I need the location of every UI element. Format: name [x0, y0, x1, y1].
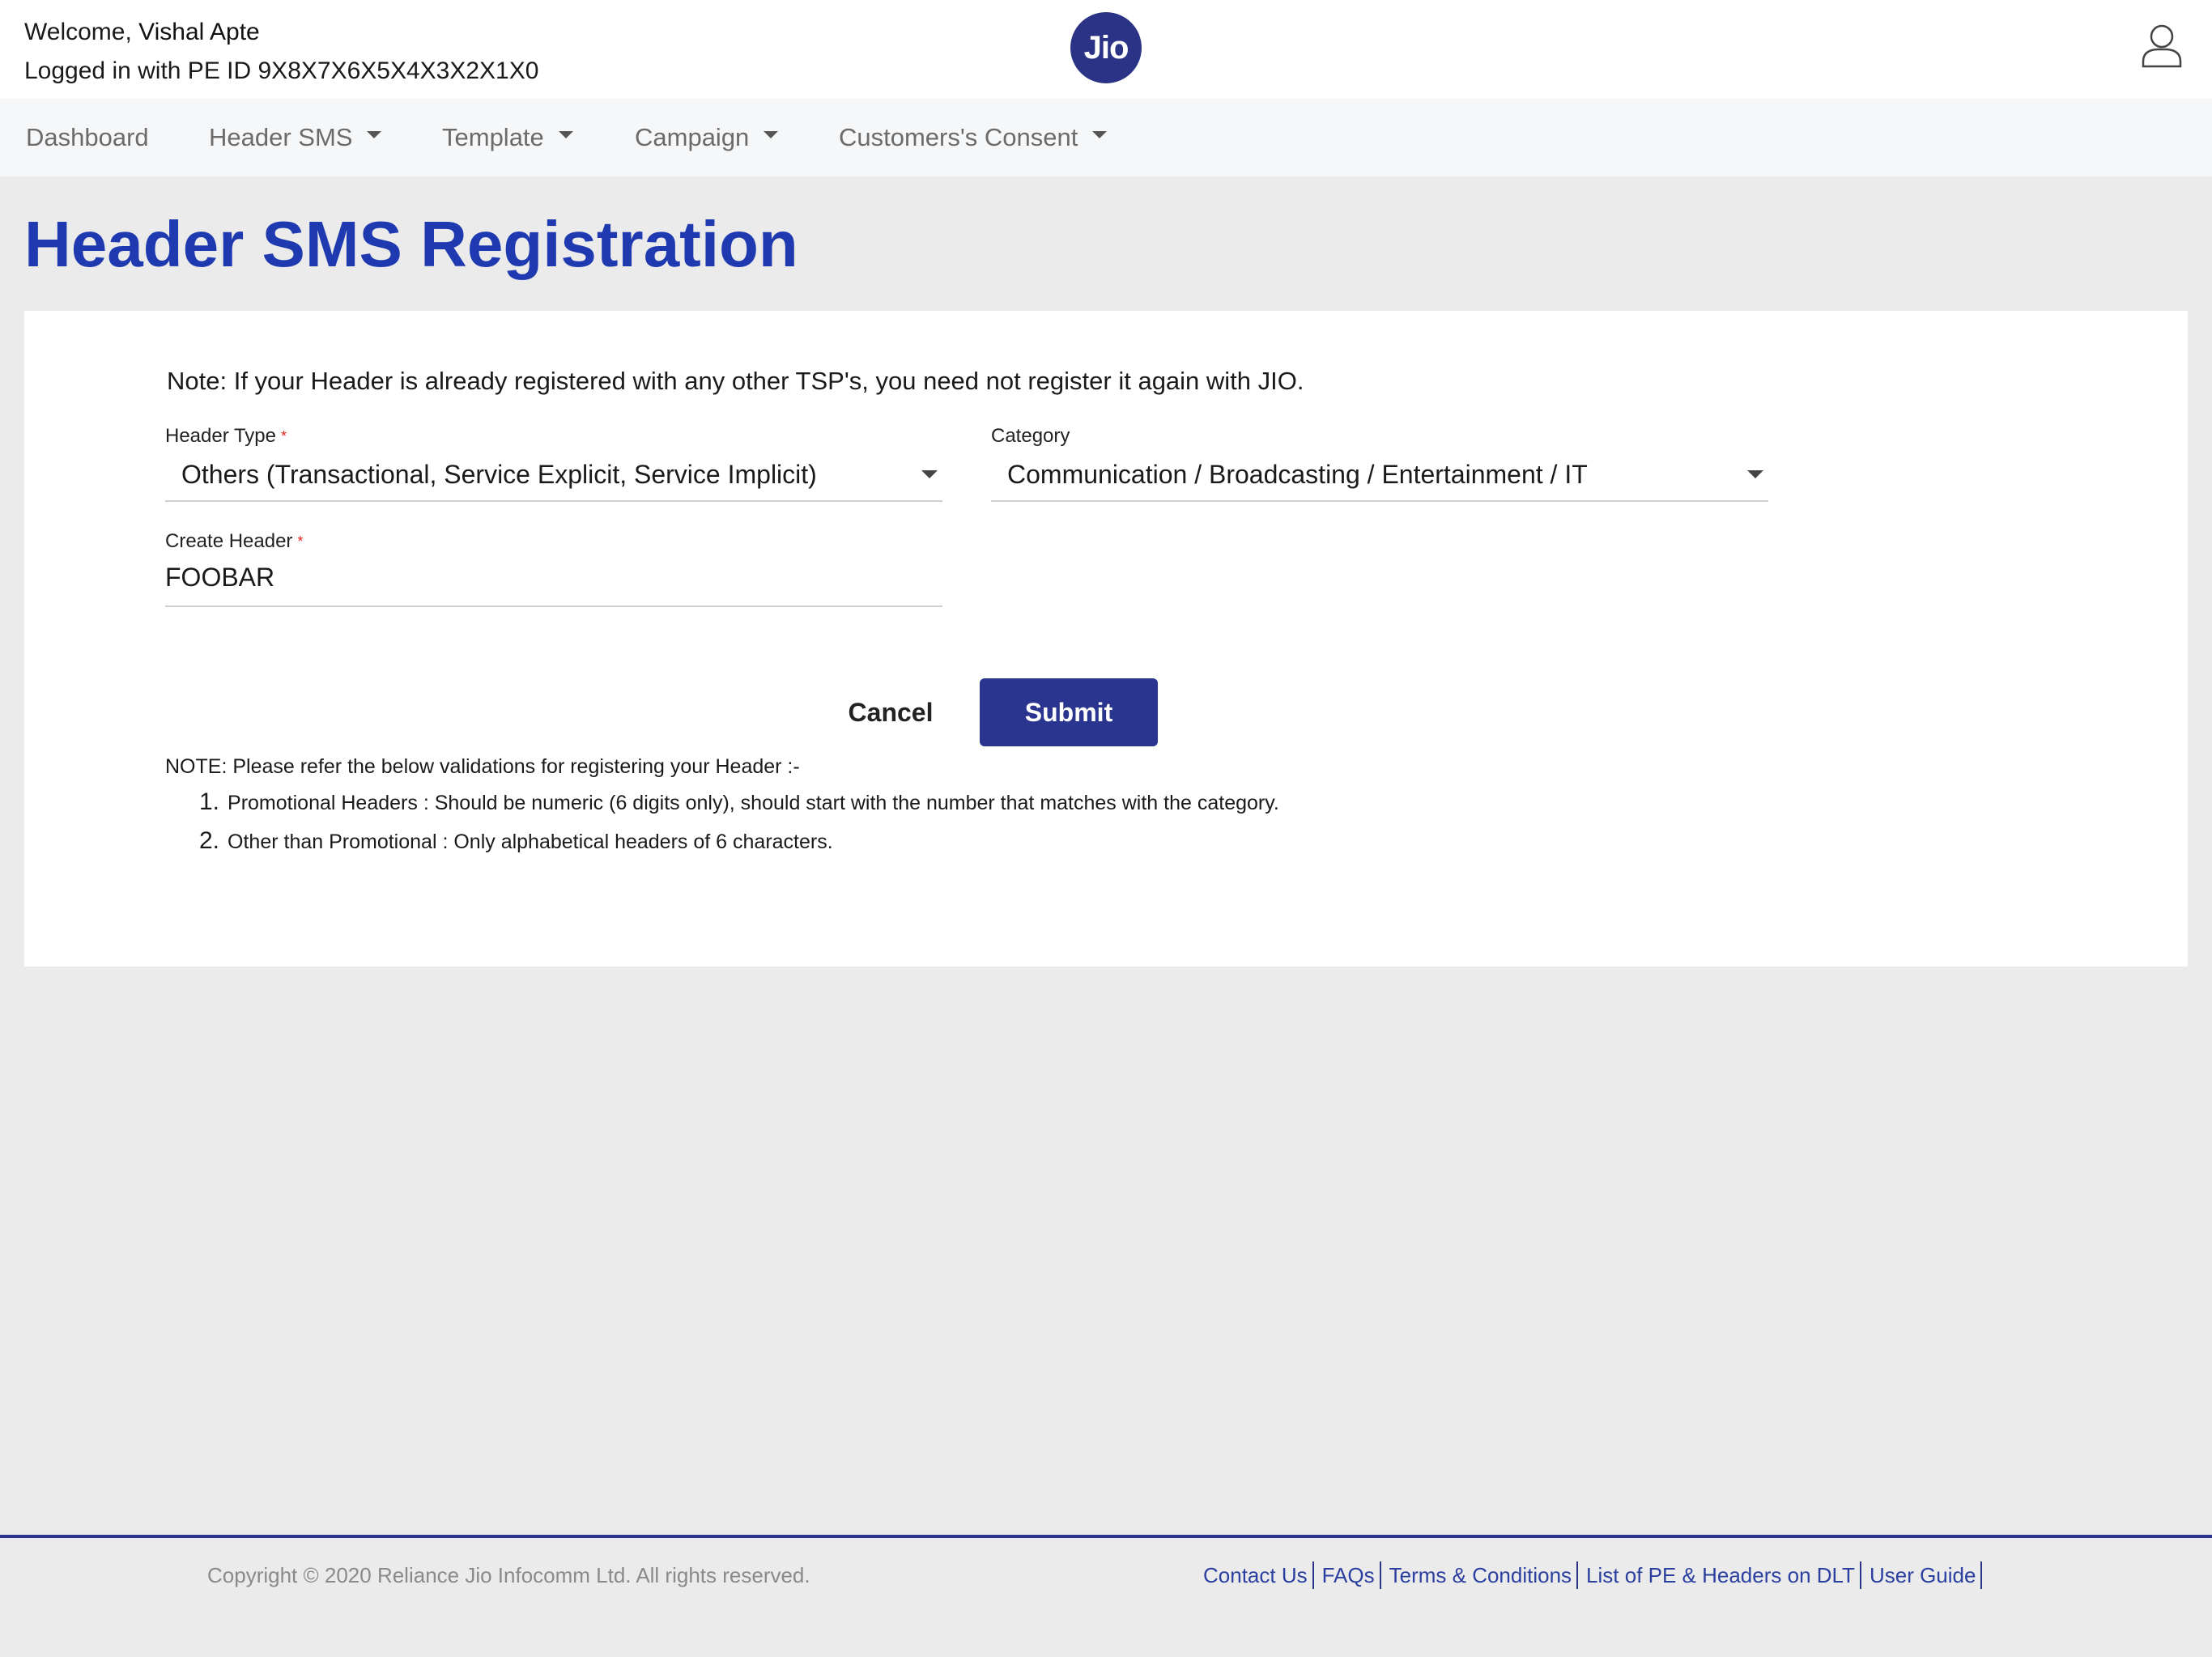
- top-header: Welcome, Vishal Apte Logged in with PE I…: [0, 0, 2212, 99]
- header-type-label-text: Header Type: [165, 425, 276, 447]
- cancel-button[interactable]: Cancel: [802, 678, 980, 746]
- create-header-value: FOOBAR: [165, 563, 275, 592]
- main-nav: Dashboard Header SMS Template Campaign C…: [0, 99, 2212, 176]
- caret-down-icon: [558, 131, 573, 139]
- login-info: Logged in with PE ID 9X8X7X6X5X4X3X2X1X0: [24, 57, 539, 84]
- category-select[interactable]: Communication / Broadcasting / Entertain…: [991, 447, 1768, 502]
- nav-item-header-sms[interactable]: Header SMS: [209, 99, 382, 176]
- nav-label: Dashboard: [26, 123, 149, 151]
- footer-link-pe-headers-list[interactable]: List of PE & Headers on DLT: [1578, 1561, 1861, 1589]
- nav-label: Template: [442, 123, 544, 151]
- submit-button[interactable]: Submit: [980, 678, 1158, 746]
- caret-down-icon: [764, 131, 779, 139]
- nav-item-dashboard[interactable]: Dashboard: [26, 99, 149, 176]
- required-marker: *: [280, 428, 287, 444]
- tsp-note: Note: If your Header is already register…: [167, 367, 1304, 395]
- welcome-prefix: Welcome,: [24, 19, 132, 45]
- caret-down-icon: [367, 131, 382, 139]
- nav-label: Campaign: [635, 123, 750, 151]
- validation-item: 1. Promotional Headers : Should be numeri…: [199, 788, 1279, 817]
- header-type-label: Header Type *: [165, 424, 287, 448]
- category-label: Category: [991, 424, 1070, 448]
- page-title: Header SMS Registration: [24, 208, 798, 280]
- jio-logo[interactable]: Jio: [1070, 12, 1142, 83]
- caret-down-icon: [1747, 470, 1763, 478]
- footer-links: Contact Us FAQs Terms & Conditions List …: [1203, 1538, 1983, 1612]
- validation-number: 2.: [199, 827, 220, 854]
- footer-link-user-guide[interactable]: User Guide: [1861, 1561, 1983, 1589]
- header-type-select[interactable]: Others (Transactional, Service Explicit,…: [165, 447, 942, 502]
- nav-item-campaign[interactable]: Campaign: [635, 99, 779, 176]
- nav-label: Customers's Consent: [839, 123, 1078, 151]
- nav-item-customers-consent[interactable]: Customers's Consent: [839, 99, 1108, 176]
- welcome-block: Welcome, Vishal Apte Logged in with PE I…: [24, 13, 538, 91]
- header-type-value: Others (Transactional, Service Explicit,…: [181, 460, 817, 489]
- category-value: Communication / Broadcasting / Entertain…: [1007, 460, 1588, 489]
- caret-down-icon: [1092, 131, 1108, 139]
- logo-text: Jio: [1083, 29, 1129, 66]
- copyright: Copyright © 2020 Reliance Jio Infocomm L…: [207, 1563, 810, 1587]
- validation-text: Other than Promotional : Only alphabetic…: [228, 831, 833, 853]
- required-marker: *: [297, 533, 304, 550]
- create-header-input[interactable]: FOOBAR: [165, 554, 942, 607]
- footer: Copyright © 2020 Reliance Jio Infocomm L…: [0, 1535, 2212, 1616]
- category-label-text: Category: [991, 425, 1070, 447]
- footer-link-contact-us[interactable]: Contact Us: [1203, 1561, 1314, 1589]
- validations-title: NOTE: Please refer the below validations…: [165, 755, 800, 778]
- create-header-label: Create Header *: [165, 529, 303, 554]
- footer-link-terms[interactable]: Terms & Conditions: [1381, 1561, 1579, 1589]
- validation-item: 2. Other than Promotional : Only alphabet…: [199, 827, 833, 856]
- validation-number: 1.: [199, 788, 220, 815]
- caret-down-icon: [921, 470, 938, 478]
- footer-link-faqs[interactable]: FAQs: [1314, 1561, 1381, 1589]
- user-outline-icon[interactable]: [2141, 23, 2183, 68]
- nav-item-template[interactable]: Template: [442, 99, 573, 176]
- user-name: Vishal Apte: [138, 19, 260, 45]
- validation-text: Promotional Headers : Should be numeric …: [228, 792, 1279, 814]
- registration-card: Note: If your Header is already register…: [24, 311, 2188, 967]
- nav-label: Header SMS: [209, 123, 353, 151]
- create-header-label-text: Create Header: [165, 530, 293, 552]
